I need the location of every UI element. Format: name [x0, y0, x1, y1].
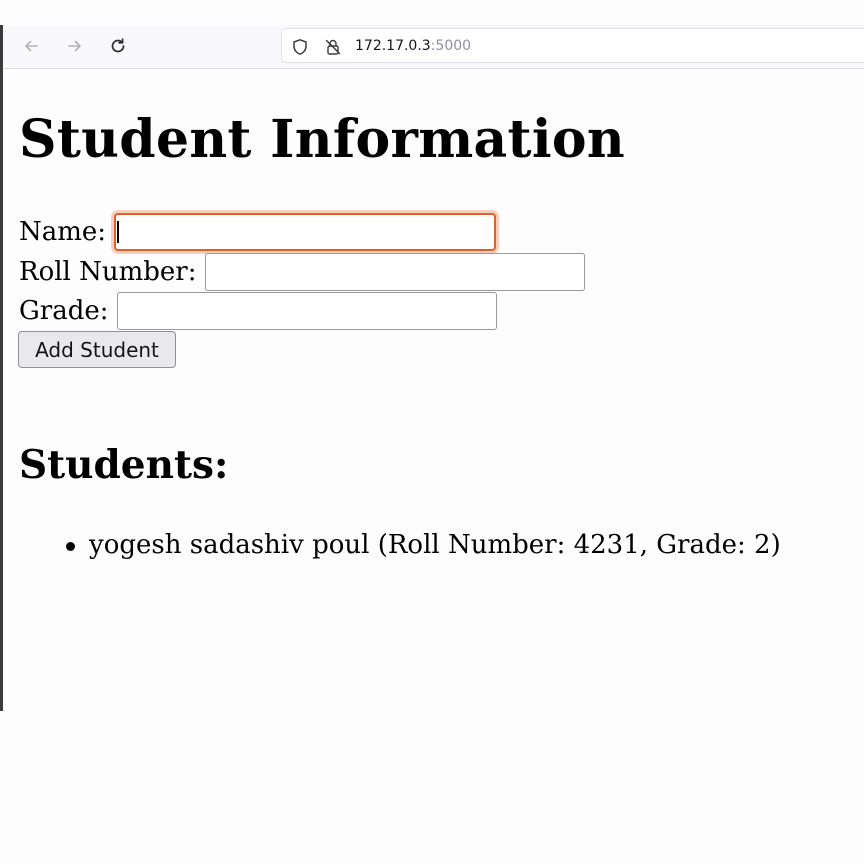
reload-button[interactable]: [104, 32, 132, 60]
page-title: Student Information: [19, 109, 626, 170]
name-row: Name:: [19, 213, 497, 251]
browser-window: 172.17.0.3:5000 Student Information Name…: [0, 0, 864, 711]
url-host: 172.17.0.3: [355, 38, 431, 54]
roll-number-row: Roll Number:: [19, 253, 585, 291]
browser-toolbar: 172.17.0.3:5000: [3, 25, 864, 69]
name-input[interactable]: [114, 213, 497, 251]
arrow-right-icon: [68, 40, 81, 52]
student-list: yogesh sadashiv poul (Roll Number: 4231,…: [64, 527, 781, 563]
student-list-item: yogesh sadashiv poul (Roll Number: 4231,…: [64, 527, 781, 563]
name-input-wrapper: [106, 213, 497, 251]
text-caret: [117, 221, 120, 243]
shield-icon[interactable]: [291, 38, 309, 56]
students-heading: Students:: [19, 442, 229, 488]
reload-icon: [111, 38, 125, 53]
forward-button[interactable]: [61, 32, 89, 60]
address-bar[interactable]: 172.17.0.3:5000: [281, 28, 864, 63]
name-label: Name:: [19, 217, 107, 247]
lock-slash-icon[interactable]: [324, 38, 342, 56]
url-text[interactable]: 172.17.0.3:5000: [355, 38, 471, 54]
grade-row: Grade:: [19, 292, 497, 330]
arrow-left-icon: [25, 40, 38, 52]
window-edge: [0, 25, 3, 711]
roll-number-label: Roll Number:: [19, 257, 197, 287]
bullet-icon: [66, 542, 75, 551]
grade-label: Grade:: [19, 296, 109, 326]
url-port: :5000: [430, 38, 472, 54]
add-student-button[interactable]: Add Student: [18, 331, 176, 368]
grade-input[interactable]: [116, 292, 497, 330]
back-button[interactable]: [17, 32, 45, 60]
roll-number-input[interactable]: [204, 253, 585, 291]
student-entry-text: yogesh sadashiv poul (Roll Number: 4231,…: [89, 530, 781, 560]
